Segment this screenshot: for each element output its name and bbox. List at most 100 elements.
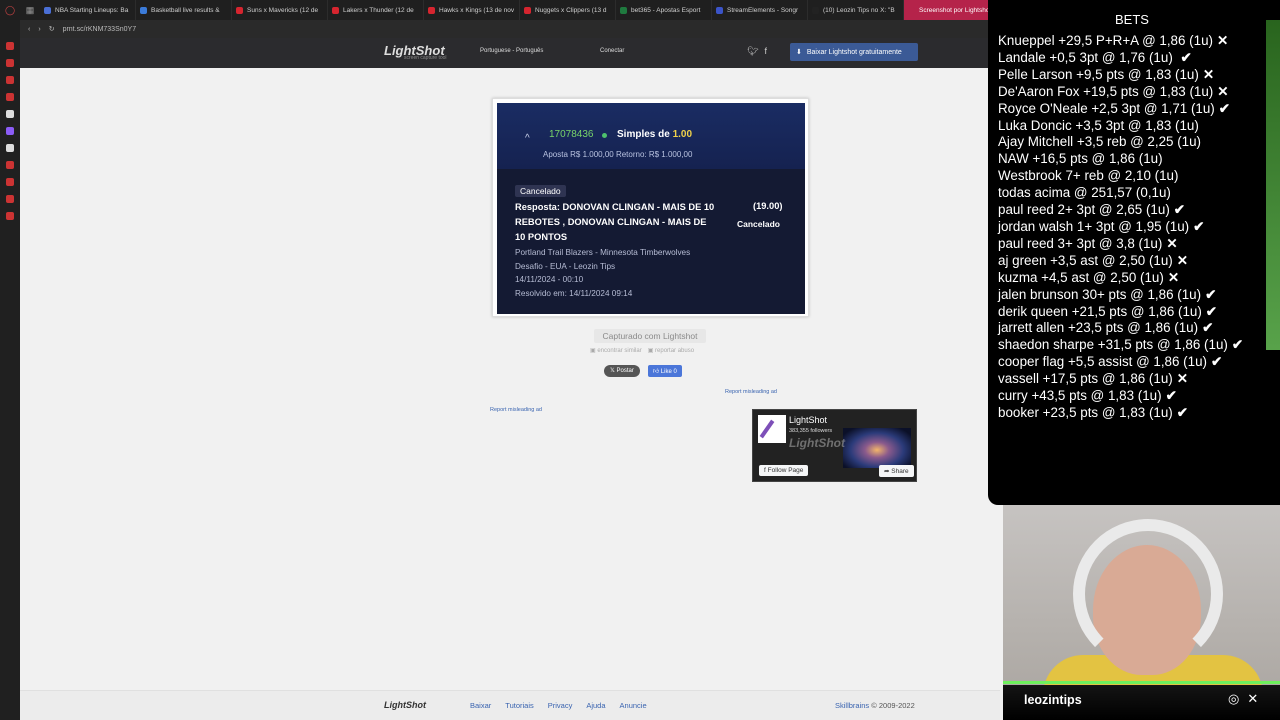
report-abuse-link[interactable]: ▣ reportar abuso [648,347,694,354]
tab-favicon-icon [716,6,723,14]
report-ad-link[interactable]: Report misleading ad [490,407,542,413]
tab-favicon-icon [332,6,339,14]
bet-row: Westbrook 7+ reb @ 2,10 (1u) [998,168,1243,185]
browser-tab[interactable]: bet365 - Apostas Esport [616,0,712,20]
follow-page-button[interactable]: f Follow Page [759,465,809,476]
win-icon: ✔ [1202,320,1214,336]
headset [1073,519,1223,669]
tab-label: Lakers x Thunder (12 de [343,6,414,14]
connect-link[interactable]: Conectar [600,48,624,54]
twitter-icon[interactable]: 🐦︎ [747,46,758,57]
loss-icon: ✕ [1176,371,1188,387]
bet-row: Knueppel +29,5 P+R+A @ 1,86 (1u) ✕ [998,33,1243,50]
tab-favicon-icon [140,6,147,14]
bet-list: Knueppel +29,5 P+R+A @ 1,86 (1u) ✕ Landale… [998,33,1243,422]
bet-text: Luka Doncic +3,5 3pt @ 1,83 (1u) [998,117,1199,133]
screenshot-image[interactable]: ^ 17078436 Simples de 1.00 Aposta R$ 1.0… [497,103,805,314]
tab-favicon-icon [812,6,819,14]
browser-tab[interactable]: NBA Starting Lineups: Ba [40,0,136,20]
bet-text: Westbrook 7+ reb @ 2,10 (1u) [998,168,1179,184]
loss-icon: ✕ [1166,235,1178,251]
reload-icon[interactable]: ↻ [49,25,55,33]
report-ad-link[interactable]: Report misleading ad [725,389,777,395]
tab-favicon-icon [236,6,243,14]
bet-row: jalen brunson 30+ pts @ 1,86 (1u) ✔ [998,287,1243,304]
tab-grid-icon[interactable]: ▦ [20,0,40,20]
tab-favicon-icon [524,6,531,14]
social-links: 🐦︎ f [747,46,767,57]
footer-link-download[interactable]: Baixar [470,701,491,710]
sidebar-icon[interactable] [6,110,14,118]
win-icon: ✔ [1218,100,1230,116]
find-similar-link[interactable]: ▣ encontrar similar [590,347,642,354]
browser-tab[interactable]: Nuggets x Clippers (13 d [520,0,616,20]
twitch-icon[interactable] [6,127,14,135]
browser-tab[interactable]: Lakers x Thunder (12 de [328,0,424,20]
x-icon[interactable] [6,144,14,152]
bet-text: derik queen +21,5 pts @ 1,86 (1u) [998,303,1202,319]
footer-link-tutorials[interactable]: Tutoriais [505,701,533,710]
download-icon: ⬇ [796,49,802,56]
share-button[interactable]: ➦ Share [879,465,914,477]
back-icon[interactable]: ‹ [28,26,30,33]
sidebar-icon[interactable] [6,212,14,220]
tab-label: NBA Starting Lineups: Ba [55,6,129,14]
bet-text: shaedon sharpe +31,5 pts @ 1,86 (1u) [998,337,1228,353]
browser-tab[interactable]: StreamElements - Songr [712,0,808,20]
bet-row: todas acima @ 251,57 (0,1u) [998,185,1243,202]
footer-links: Baixar Tutoriais Privacy Ajuda Anuncie [470,701,647,710]
sidebar-icon[interactable] [6,93,14,101]
bet-text: jalen brunson 30+ pts @ 1,86 (1u) [998,286,1202,302]
tab-label: Basketball live results & [151,6,220,14]
bet-row: booker +23,5 pts @ 1,83 (1u) ✔ [998,405,1243,422]
footer-link-privacy[interactable]: Privacy [548,701,573,710]
win-icon: ✔ [1165,388,1177,404]
tab-favicon-icon [908,6,915,14]
loss-icon: ✕ [1176,252,1188,268]
fb-like-button[interactable]: 👍︎ Like 0 [647,365,682,377]
browser-tab[interactable]: Suns x Mavericks (12 de [232,0,328,20]
bet-row: kuzma +4,5 ast @ 2,50 (1u) ✕ [998,270,1243,287]
sidebar-icon[interactable] [6,42,14,50]
sidebar-icon[interactable] [6,195,14,203]
facebook-icon[interactable]: f [764,46,767,57]
bet-text: curry +43,5 pts @ 1,83 (1u) [998,388,1162,404]
bet-text: booker +23,5 pts @ 1,83 (1u) [998,404,1173,420]
logo-subtitle: screen capture tool [404,55,447,61]
bet-text: Pelle Larson +9,5 pts @ 1,83 (1u) [998,66,1199,82]
footer-logo[interactable]: LightShot [384,700,426,710]
bet-text: cooper flag +5,5 assist @ 1,86 (1u) [998,354,1207,370]
sidebar-icon[interactable] [6,178,14,186]
webcam-name-bar: leozintips ◎ ✕ [1003,685,1280,720]
x-post-button[interactable]: 𝕏 Postar [604,365,640,377]
browser-tab[interactable]: (10) Leozin Tips no X: "B [808,0,904,20]
bet-row: curry +43,5 pts @ 1,83 (1u) ✔ [998,388,1243,405]
browser-tab[interactable]: Hawks x Kings (13 de nov [424,0,520,20]
download-button[interactable]: ⬇ Baixar Lightshot gratuitamente [790,43,918,61]
url-text[interactable]: prnt.sc/rKNM733Sn0Y7 [63,26,137,33]
forward-icon[interactable]: › [38,26,40,33]
tab-label: Suns x Mavericks (12 de [247,6,319,14]
language-select[interactable]: Portuguese - Português [480,48,543,54]
bet-row: Royce O'Neale +2,5 3pt @ 1,71 (1u) ✔ [998,101,1243,118]
footer-link-advertise[interactable]: Anuncie [620,701,647,710]
footer-link-help[interactable]: Ajuda [586,701,605,710]
sidebar-icon[interactable] [6,59,14,67]
bet-row: jordan walsh 1+ 3pt @ 1,95 (1u) ✔ [998,219,1243,236]
match-date: 14/11/2024 - 00:10 [515,275,584,284]
sidebar-icon[interactable] [6,161,14,169]
fb-page-name[interactable]: LightShot [789,415,827,425]
bet-text: Landale +0,5 3pt @ 1,76 (1u) [998,49,1177,65]
social-icons: ◎ ✕ [1228,691,1258,707]
facebook-page-widget[interactable]: LightShot LightShot 383,355 followers f … [752,409,917,482]
sidebar-icon[interactable] [6,76,14,84]
skillbrains-link[interactable]: Skillbrains [835,701,869,710]
x-icon: ✕ [1247,691,1259,706]
tab-label: StreamElements - Songr [727,6,799,14]
address-bar[interactable]: ‹ › ↻ prnt.sc/rKNM733Sn0Y7 [20,20,1000,38]
opera-icon[interactable]: ◯ [0,0,20,20]
browser-tab[interactable]: Basketball live results & [136,0,232,20]
browser-tab[interactable]: Screenshot por Lightshot [904,0,1000,20]
bet-text: todas acima @ 251,57 (0,1u) [998,185,1171,201]
win-icon: ✔ [1205,303,1218,319]
